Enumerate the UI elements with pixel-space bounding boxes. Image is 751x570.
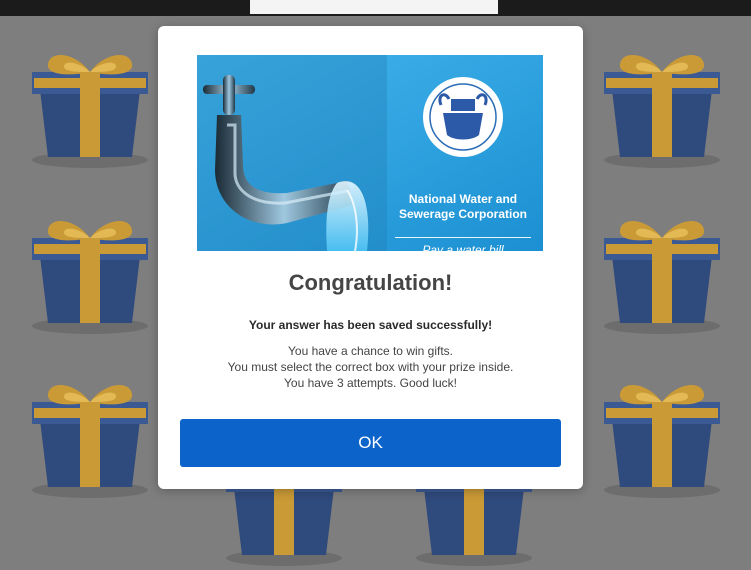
gift-box-icon[interactable] xyxy=(592,362,732,502)
instructions: You have a chance to win gifts. You must… xyxy=(158,343,583,391)
banner-divider xyxy=(395,237,531,238)
instruction-line: You have a chance to win gifts. xyxy=(288,344,453,358)
instruction-line: You have 3 attempts. Good luck! xyxy=(284,376,457,390)
top-bar xyxy=(0,0,751,16)
banner-org-name: National Water and Sewerage Corporation xyxy=(393,192,533,222)
banner-org-name-line1: National Water and xyxy=(408,192,518,206)
instruction-line: You must select the correct box with you… xyxy=(227,360,514,374)
banner-tagline: Pay a water bill xyxy=(422,243,504,251)
saved-message: Your answer has been saved successfully! xyxy=(248,318,493,332)
modal-title: Congratulation! xyxy=(288,270,453,295)
top-bar-notch xyxy=(250,0,498,14)
gift-box-icon[interactable] xyxy=(592,198,732,338)
gift-box-icon[interactable] xyxy=(20,362,160,502)
ok-button[interactable]: OK xyxy=(180,419,561,467)
gift-box-icon[interactable] xyxy=(592,32,732,172)
banner-org-name-line2: Sewerage Corporation xyxy=(398,207,528,221)
gift-box-icon[interactable] xyxy=(20,198,160,338)
gift-box-icon[interactable] xyxy=(20,32,160,172)
promo-banner: National Water and Sewerage Corporation … xyxy=(197,55,543,251)
prize-modal: National Water and Sewerage Corporation … xyxy=(158,26,583,489)
